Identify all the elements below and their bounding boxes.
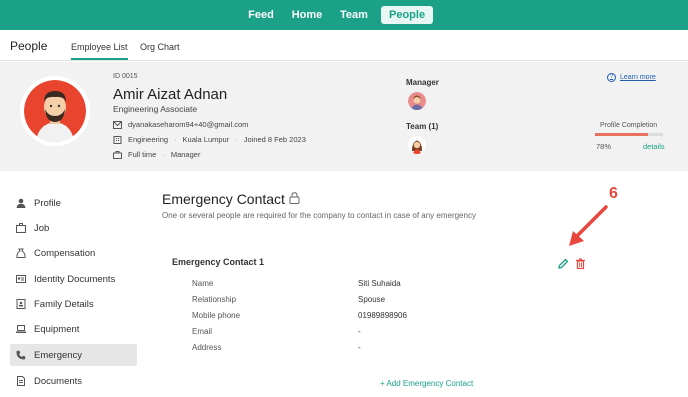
- person-icon: [16, 198, 26, 208]
- field-value-name: Siti Suhaida: [358, 279, 401, 288]
- nav-people[interactable]: People: [381, 6, 434, 24]
- field-value-email: -: [358, 327, 361, 336]
- field-label-mobile-phone: Mobile phone: [192, 311, 241, 320]
- separator: ·: [174, 135, 177, 144]
- edit-icon[interactable]: [558, 256, 569, 269]
- profile-completion-label: Profile Completion: [600, 122, 658, 129]
- sidebar-item-label: Identity Documents: [34, 273, 116, 285]
- help-icon: ?: [607, 73, 616, 82]
- employee-department: Engineering: [128, 135, 169, 144]
- employee-avatar: [20, 76, 90, 146]
- field-value-address: -: [358, 343, 361, 352]
- page-title: Emergency Contact: [162, 191, 300, 207]
- nav-team[interactable]: Team: [338, 6, 370, 24]
- sidebar-item-profile[interactable]: Profile: [10, 192, 137, 214]
- profile-completion-bar: [595, 133, 663, 136]
- laptop-icon: [16, 324, 26, 334]
- employee-role: Manager: [170, 150, 201, 159]
- sidebar-item-label: Family Details: [34, 298, 94, 310]
- sidebar-item-label: Compensation: [34, 247, 96, 259]
- profile-completion-details-link[interactable]: details: [643, 142, 665, 151]
- department-row: Engineering · Kuala Lumpur · Joined 8 Fe…: [113, 135, 306, 144]
- profile-completion-percent: 78%: [596, 142, 612, 151]
- sidebar-item-equipment[interactable]: Equipment: [10, 318, 137, 340]
- lock-icon: [289, 191, 300, 207]
- employment-type: Full time: [128, 150, 157, 159]
- sidebar-item-compensation[interactable]: Compensation: [10, 242, 137, 264]
- family-icon: [16, 299, 26, 309]
- page-subtitle: One or several people are required for t…: [162, 211, 476, 220]
- sidebar-item-job[interactable]: Job: [10, 217, 137, 239]
- field-label-relationship: Relationship: [192, 295, 237, 304]
- tab-employee-list[interactable]: Employee List: [71, 42, 128, 60]
- employee-job-title: Engineering Associate: [113, 104, 198, 114]
- sidebar-item-identity-documents[interactable]: Identity Documents: [10, 268, 137, 290]
- field-value-relationship: Spouse: [358, 295, 386, 304]
- team-member-avatar[interactable]: [408, 136, 426, 154]
- building-icon: [113, 135, 122, 144]
- employee-email[interactable]: dyanakaseharom94+40@gmail.com: [128, 120, 248, 129]
- section-title: People: [10, 39, 48, 53]
- annotation-arrow: [569, 205, 608, 246]
- sidebar-item-label: Equipment: [34, 323, 80, 335]
- document-icon: [16, 376, 26, 386]
- sidebar-item-label: Emergency: [34, 349, 83, 361]
- emergency-contact-title: Emergency Contact 1: [172, 257, 265, 267]
- sidebar-item-label: Profile: [34, 197, 61, 209]
- team-label: Team (1): [406, 122, 439, 131]
- top-navigation: Feed Home Team People: [0, 0, 688, 30]
- sidebar-item-label: Documents: [34, 375, 83, 387]
- field-label-name: Name: [192, 279, 214, 288]
- sidebar-item-family-details[interactable]: Family Details: [10, 293, 137, 315]
- id-card-icon: [16, 274, 26, 284]
- profile-completion-fill: [595, 133, 649, 136]
- employee-id: ID 0015: [113, 73, 138, 80]
- sidebar-item-emergency[interactable]: Emergency: [10, 344, 137, 366]
- field-label-address: Address: [192, 343, 222, 352]
- phone-icon: [16, 350, 26, 360]
- separator: ·: [235, 135, 238, 144]
- delete-icon[interactable]: [575, 256, 586, 270]
- employee-location: Kuala Lumpur: [182, 135, 230, 144]
- profile-header: ID 0015 Amir Aizat Adnan Engineering Ass…: [0, 62, 688, 171]
- money-bag-icon: [16, 248, 26, 258]
- field-label-email: Email: [192, 327, 213, 336]
- sidebar-item-label: Job: [34, 222, 50, 234]
- manager-avatar[interactable]: [408, 92, 426, 110]
- employment-row: Full time · Manager: [113, 150, 200, 159]
- add-emergency-contact-button[interactable]: + Add Emergency Contact: [380, 379, 473, 388]
- employee-name: Amir Aizat Adnan: [113, 86, 228, 103]
- learn-more-label: Learn more: [620, 74, 656, 81]
- tab-org-chart[interactable]: Org Chart: [140, 42, 180, 52]
- nav-feed[interactable]: Feed: [246, 6, 276, 24]
- page-title-text: Emergency Contact: [162, 191, 285, 207]
- briefcase-icon: [113, 150, 122, 159]
- manager-label: Manager: [406, 78, 439, 87]
- field-value-mobile-phone: 01989898906: [358, 311, 407, 320]
- learn-more-link[interactable]: ? Learn more: [607, 73, 656, 82]
- employee-joined-date: Joined 8 Feb 2023: [243, 135, 306, 144]
- nav-home[interactable]: Home: [290, 6, 324, 24]
- separator: ·: [162, 150, 165, 159]
- mail-icon: [113, 120, 122, 129]
- briefcase-icon: [16, 223, 26, 233]
- subheader: People Employee List Org Chart: [0, 30, 688, 61]
- sidebar-item-documents[interactable]: Documents: [10, 370, 137, 392]
- email-row: dyanakaseharom94+40@gmail.com: [113, 120, 248, 129]
